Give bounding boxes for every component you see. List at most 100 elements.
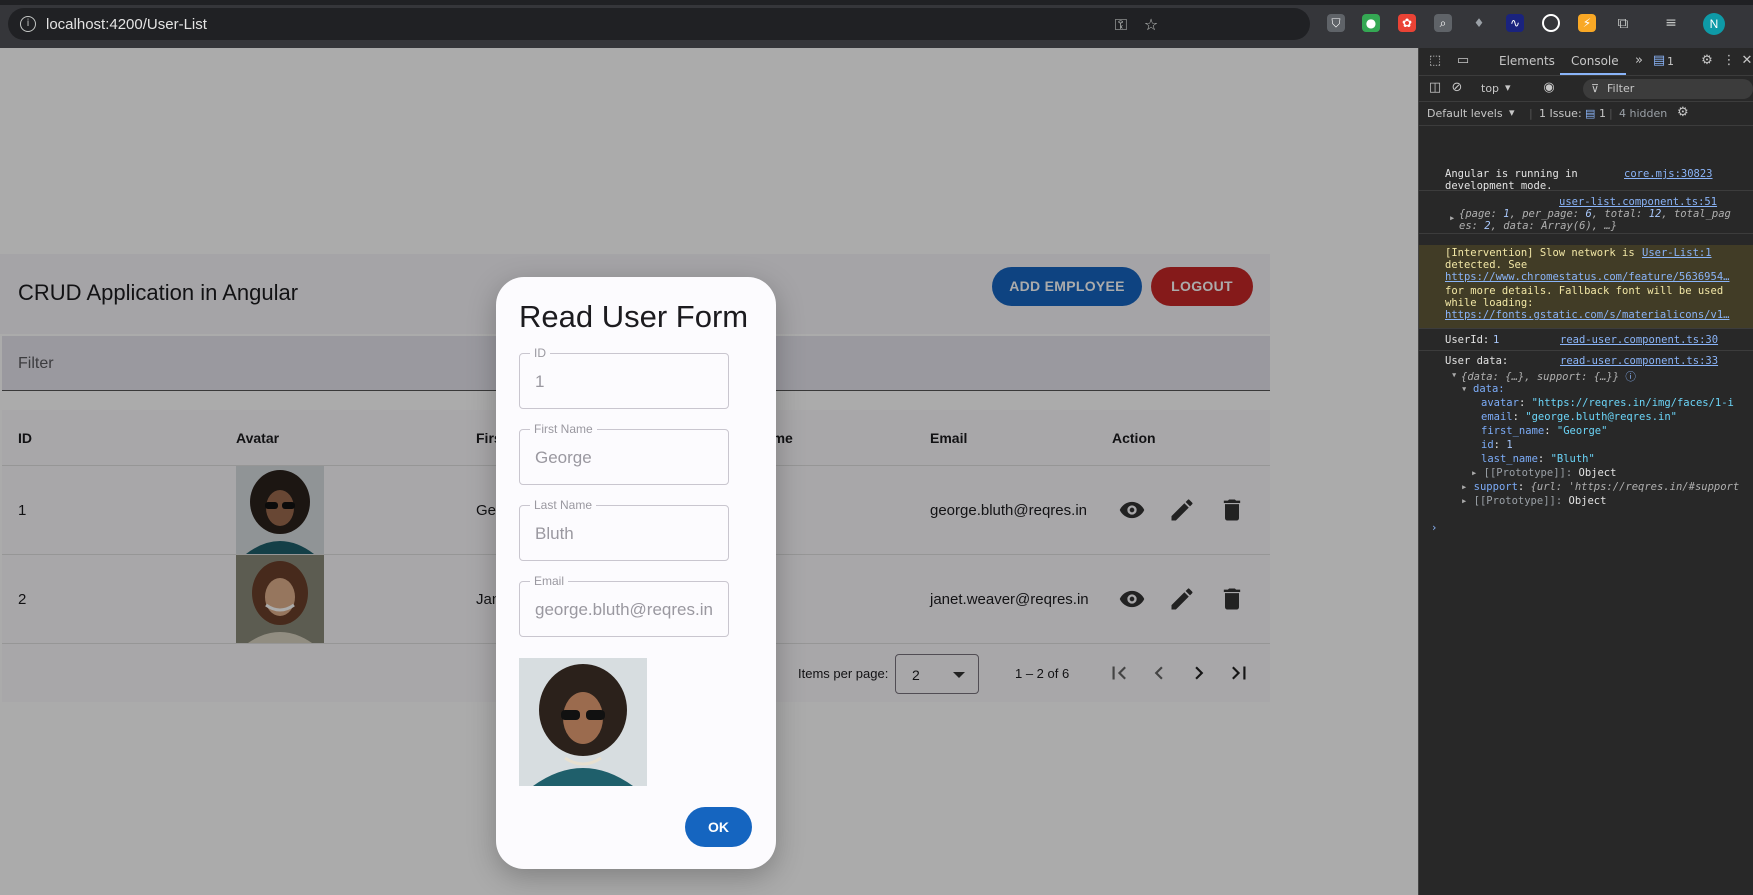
chromestatus-link[interactable]: https://www.chromestatus.com/feature/563… xyxy=(1445,271,1729,283)
log-levels-dropdown[interactable]: Default levels xyxy=(1427,107,1503,120)
warning-text: [Intervention] Slow network is xyxy=(1445,247,1635,259)
log-object-preview[interactable]: {page: 1, per_page: 6, total: 12, total_… xyxy=(1459,208,1731,220)
console-message: user-list.component.ts:51 ▸ {page: 1, pe… xyxy=(1419,194,1753,234)
log-text: development mode. xyxy=(1445,180,1553,192)
devtools-panel: ⬚ ▭ Elements Console » ▤ 1 ⚙ ⋮ ✕ ◫ ⊘ top… xyxy=(1418,48,1753,895)
more-options-icon[interactable]: ⋮ xyxy=(1721,53,1737,69)
console-prompt[interactable]: › xyxy=(1419,520,1753,538)
log-text: User data: xyxy=(1445,355,1509,367)
log-text: UserId: xyxy=(1445,334,1490,346)
tree-key-data[interactable]: data: xyxy=(1473,383,1505,395)
tab-elements[interactable]: Elements xyxy=(1499,54,1555,68)
issues-label[interactable]: 1 Issue: xyxy=(1539,107,1582,120)
log-source-link[interactable]: core.mjs:30823 xyxy=(1624,168,1713,180)
warning-text: detected. See xyxy=(1445,259,1528,271)
message-icon[interactable]: ▤ xyxy=(1651,53,1667,69)
extension-bulb-icon[interactable]: ♦ xyxy=(1470,14,1488,32)
devtools-tabbar: ⬚ ▭ Elements Console » ▤ 1 ⚙ ⋮ ✕ xyxy=(1419,48,1753,76)
read-user-dialog: Read User Form ID 1 First Name George La… xyxy=(496,277,776,869)
tree-id-entry: id: 1 xyxy=(1481,439,1513,451)
collapse-triangle-icon[interactable]: ▾ xyxy=(1461,383,1467,395)
reading-list-icon[interactable]: ≡ xyxy=(1662,14,1680,32)
log-source-link[interactable]: read-user.component.ts:30 xyxy=(1560,334,1718,346)
console-message: Angular is running in development mode. … xyxy=(1419,166,1753,192)
log-source-link[interactable]: read-user.component.ts:33 xyxy=(1560,355,1718,367)
console-warning: [Intervention] Slow network is detected.… xyxy=(1419,245,1753,329)
message-count: 1 xyxy=(1667,55,1674,68)
last-name-field-label: Last Name xyxy=(530,498,597,512)
last-name-field[interactable]: Last Name Bluth xyxy=(519,498,729,561)
extension-color-icon[interactable]: ● xyxy=(1362,14,1380,32)
console-settings-gear-icon[interactable]: ⚙ xyxy=(1677,105,1689,120)
ok-button[interactable]: OK xyxy=(685,807,752,847)
first-name-field[interactable]: First Name George xyxy=(519,422,729,485)
browser-toolbar: i localhost:4200/User-List ⚿ ☆ ⛉ ● ✿ ⌕ ♦… xyxy=(0,0,1753,48)
password-key-icon[interactable]: ⚿ xyxy=(1112,16,1130,34)
extension-shield-icon[interactable]: ⛉ xyxy=(1327,14,1345,32)
profile-avatar[interactable]: N xyxy=(1703,13,1725,35)
filter-icon: ⊽ xyxy=(1591,82,1600,95)
more-tabs-icon[interactable]: » xyxy=(1631,53,1647,69)
tree-avatar-entry: avatar: "https://reqres.in/img/faces/1-i xyxy=(1481,397,1734,409)
chevron-down-icon[interactable]: ▾ xyxy=(1505,81,1511,94)
log-object-preview[interactable]: {data: {…}, support: {…}} ⓘ xyxy=(1461,369,1636,384)
app-viewport: CRUD Application in Angular ADD EMPLOYEE… xyxy=(0,48,1418,895)
warning-text: for more details. Fallback font will be … xyxy=(1445,285,1724,297)
url-text[interactable]: localhost:4200/User-List xyxy=(46,16,207,33)
context-selector[interactable]: top xyxy=(1481,82,1499,95)
tab-strip xyxy=(0,0,1753,5)
live-expression-eye-icon[interactable]: ◉ xyxy=(1541,80,1557,96)
inspect-icon[interactable]: ⬚ xyxy=(1427,53,1443,69)
id-field[interactable]: ID 1 xyxy=(519,346,729,409)
console-filter-placeholder: Filter xyxy=(1607,82,1635,95)
extensions-puzzle-icon[interactable]: ⧉ xyxy=(1614,14,1632,32)
site-info-icon[interactable]: i xyxy=(20,16,36,32)
id-field-label: ID xyxy=(530,346,550,360)
tree-root-prototype-entry[interactable]: ▸ [[Prototype]]: Object xyxy=(1461,495,1606,507)
user-avatar-image xyxy=(519,658,647,786)
sidebar-toggle-icon[interactable]: ◫ xyxy=(1427,80,1443,96)
close-icon[interactable]: ✕ xyxy=(1739,53,1753,69)
first-name-field-value: George xyxy=(535,448,592,467)
log-source-link[interactable]: user-list.component.ts:51 xyxy=(1559,196,1717,208)
bookmark-star-icon[interactable]: ☆ xyxy=(1142,16,1160,34)
tree-email-entry: email: "george.bluth@reqres.in" xyxy=(1481,411,1677,423)
email-field-value: george.bluth@reqres.in xyxy=(535,600,713,619)
chevron-down-icon[interactable]: ▾ xyxy=(1509,106,1515,119)
last-name-field-value: Bluth xyxy=(535,524,574,543)
extension-bolt-icon[interactable]: ⚡ xyxy=(1578,14,1596,32)
tree-last-name-entry: last_name: "Bluth" xyxy=(1481,453,1595,465)
extension-palette-icon[interactable]: ✿ xyxy=(1398,14,1416,32)
id-field-value: 1 xyxy=(535,372,545,391)
issue-icon: ▤ xyxy=(1585,107,1596,120)
console-message: UserId: 1 read-user.component.ts:30 xyxy=(1419,331,1753,351)
tree-prototype-entry[interactable]: ▸ [[Prototype]]: Object xyxy=(1471,467,1616,479)
collapse-triangle-icon[interactable]: ▾ xyxy=(1451,369,1457,381)
device-toolbar-icon[interactable]: ▭ xyxy=(1455,53,1471,69)
address-bar[interactable]: i localhost:4200/User-List ⚿ ☆ xyxy=(8,8,1310,40)
log-source-link[interactable]: User-List:1 xyxy=(1642,247,1712,259)
email-field-label: Email xyxy=(530,574,569,588)
tree-support-entry[interactable]: ▸ support: {url: 'https://reqres.in/#sup… xyxy=(1461,481,1739,493)
email-field[interactable]: Email george.bluth@reqres.in xyxy=(519,574,729,637)
log-text: Angular is running in xyxy=(1445,168,1578,180)
settings-gear-icon[interactable]: ⚙ xyxy=(1699,53,1715,69)
tree-first-name-entry: first_name: "George" xyxy=(1481,425,1608,437)
extension-wave-icon[interactable]: ∿ xyxy=(1506,14,1524,32)
divider: | xyxy=(1609,107,1613,120)
fonts-link[interactable]: https://fonts.gstatic.com/s/materialicon… xyxy=(1445,309,1729,321)
tab-console[interactable]: Console xyxy=(1571,54,1619,68)
console-toolbar: ◫ ⊘ top ▾ ◉ ⊽ Filter xyxy=(1419,76,1753,102)
issue-count: 1 xyxy=(1599,107,1606,120)
prompt-chevron-icon: › xyxy=(1431,522,1438,534)
dialog-title: Read User Form xyxy=(519,299,749,334)
divider: | xyxy=(1529,107,1533,120)
log-value: 1 xyxy=(1493,334,1500,346)
console-levels-bar: Default levels ▾ | 1 Issue: ▤ 1 | 4 hidd… xyxy=(1419,102,1753,126)
expand-triangle-icon[interactable]: ▸ xyxy=(1449,212,1455,224)
console-filter-input[interactable]: ⊽ Filter xyxy=(1583,79,1753,99)
extension-circle-icon[interactable] xyxy=(1542,14,1560,32)
warning-text: while loading: xyxy=(1445,297,1534,309)
clear-console-icon[interactable]: ⊘ xyxy=(1449,80,1465,96)
extension-search-icon[interactable]: ⌕ xyxy=(1434,14,1452,32)
